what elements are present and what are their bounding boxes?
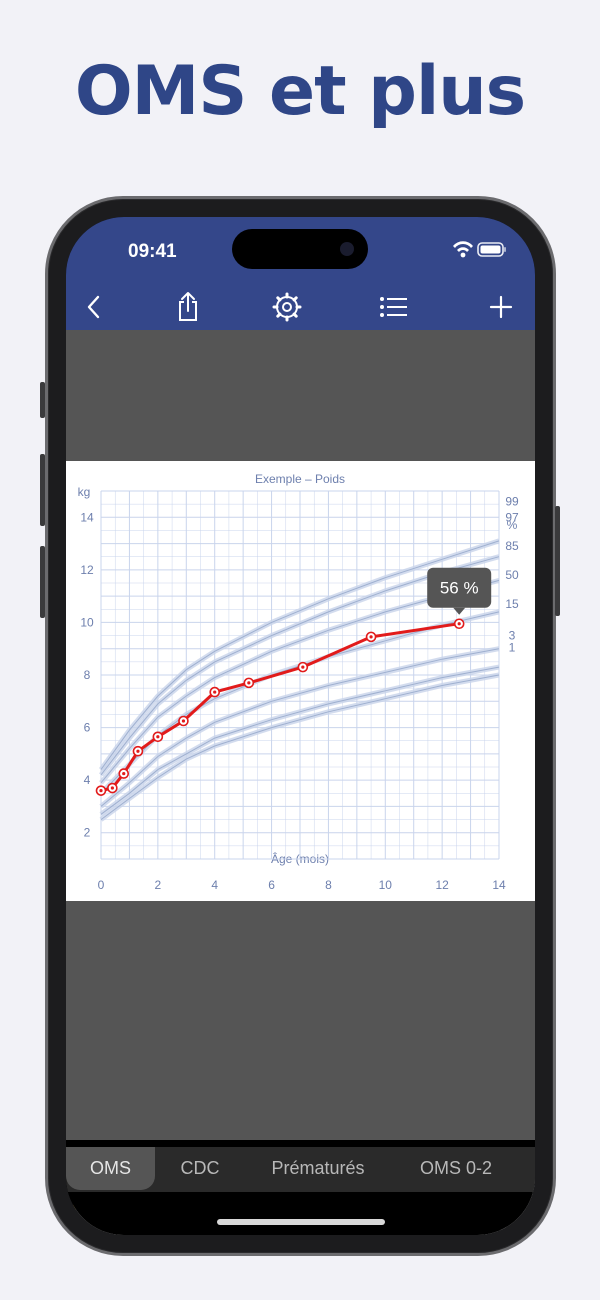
percentile-label: 85 bbox=[505, 539, 519, 553]
side-button-volume-up bbox=[40, 454, 45, 526]
weight-point-dot bbox=[99, 789, 103, 793]
side-button-volume-down bbox=[40, 546, 45, 618]
back-button[interactable] bbox=[76, 289, 112, 325]
dynamic-island bbox=[232, 229, 368, 269]
x-tick-label: 0 bbox=[98, 878, 105, 892]
weight-point-dot bbox=[457, 622, 461, 626]
percentile-label: 1 bbox=[509, 640, 516, 654]
x-tick-label: 14 bbox=[492, 878, 506, 892]
tab-oms[interactable]: OMS bbox=[66, 1147, 155, 1190]
tab-bar: OMS CDC Prématurés OMS 0-2 bbox=[66, 1147, 535, 1235]
status-time: 09:41 bbox=[128, 241, 177, 262]
home-indicator[interactable] bbox=[217, 1219, 385, 1225]
tooltip-text: 56 % bbox=[440, 579, 479, 598]
percentile-label: 99 bbox=[505, 495, 519, 509]
weight-point-dot bbox=[301, 665, 305, 669]
weight-point-dot bbox=[181, 719, 186, 723]
y-tick-label: 10 bbox=[80, 615, 94, 629]
y-tick-label: 14 bbox=[80, 510, 94, 524]
plus-icon bbox=[489, 295, 513, 319]
y-axis-label: kg bbox=[78, 485, 91, 499]
weight-point-dot bbox=[247, 681, 251, 685]
tab-prematures[interactable]: Prématurés bbox=[256, 1147, 380, 1190]
x-tick-label: 6 bbox=[268, 878, 275, 892]
side-button-silent bbox=[40, 382, 45, 418]
percentile-label: 97 bbox=[505, 510, 519, 524]
y-tick-label: 12 bbox=[80, 563, 94, 577]
tab-cdc[interactable]: CDC bbox=[162, 1147, 238, 1190]
gear-icon bbox=[272, 292, 302, 322]
x-tick-label: 12 bbox=[435, 878, 449, 892]
add-button[interactable] bbox=[483, 289, 519, 325]
x-tick-label: 2 bbox=[155, 878, 162, 892]
y-tick-label: 6 bbox=[84, 721, 91, 735]
screen: 09:41 Exemple – Poids kg % 0 2 4 6 8 10 … bbox=[66, 217, 535, 1235]
chevron-left-icon bbox=[87, 295, 100, 319]
weight-point-dot bbox=[136, 749, 140, 753]
weight-point-dot bbox=[110, 786, 114, 790]
tooltip-pointer bbox=[453, 607, 466, 615]
list-icon bbox=[380, 297, 407, 317]
settings-button[interactable] bbox=[269, 289, 305, 325]
weight-point-dot bbox=[213, 690, 217, 694]
percentile-label: 15 bbox=[505, 597, 519, 611]
wifi-icon bbox=[453, 241, 473, 258]
growth-chart[interactable]: Exemple – Poids kg Âge (mois) % 02468101… bbox=[66, 461, 535, 901]
percentile-label: 50 bbox=[505, 568, 519, 582]
y-tick-label: 4 bbox=[84, 773, 91, 787]
side-button-power bbox=[555, 506, 560, 616]
share-button[interactable] bbox=[170, 289, 206, 325]
headline: OMS et plus bbox=[74, 52, 526, 131]
x-tick-label: 10 bbox=[379, 878, 393, 892]
weight-point-dot bbox=[156, 735, 160, 739]
weight-point-dot bbox=[369, 635, 373, 639]
x-tick-label: 8 bbox=[325, 878, 332, 892]
share-icon bbox=[179, 292, 197, 321]
list-button[interactable] bbox=[376, 289, 412, 325]
tab-strip: OMS CDC Prématurés OMS 0-2 bbox=[66, 1147, 535, 1192]
weight-point-dot bbox=[122, 771, 126, 776]
y-tick-label: 2 bbox=[84, 826, 91, 840]
tab-oms-0-2[interactable]: OMS 0-2 bbox=[396, 1147, 516, 1190]
status-icons bbox=[451, 239, 507, 266]
navbar: 09:41 bbox=[66, 217, 535, 330]
percentile-tooltip: 56 % bbox=[427, 567, 492, 615]
battery-icon bbox=[477, 242, 506, 257]
chart-area: Exemple – Poids kg Âge (mois) % 02468101… bbox=[66, 330, 535, 1235]
x-tick-label: 4 bbox=[211, 878, 218, 892]
y-tick-label: 8 bbox=[84, 668, 91, 682]
chart-title: Exemple – Poids bbox=[255, 472, 345, 486]
